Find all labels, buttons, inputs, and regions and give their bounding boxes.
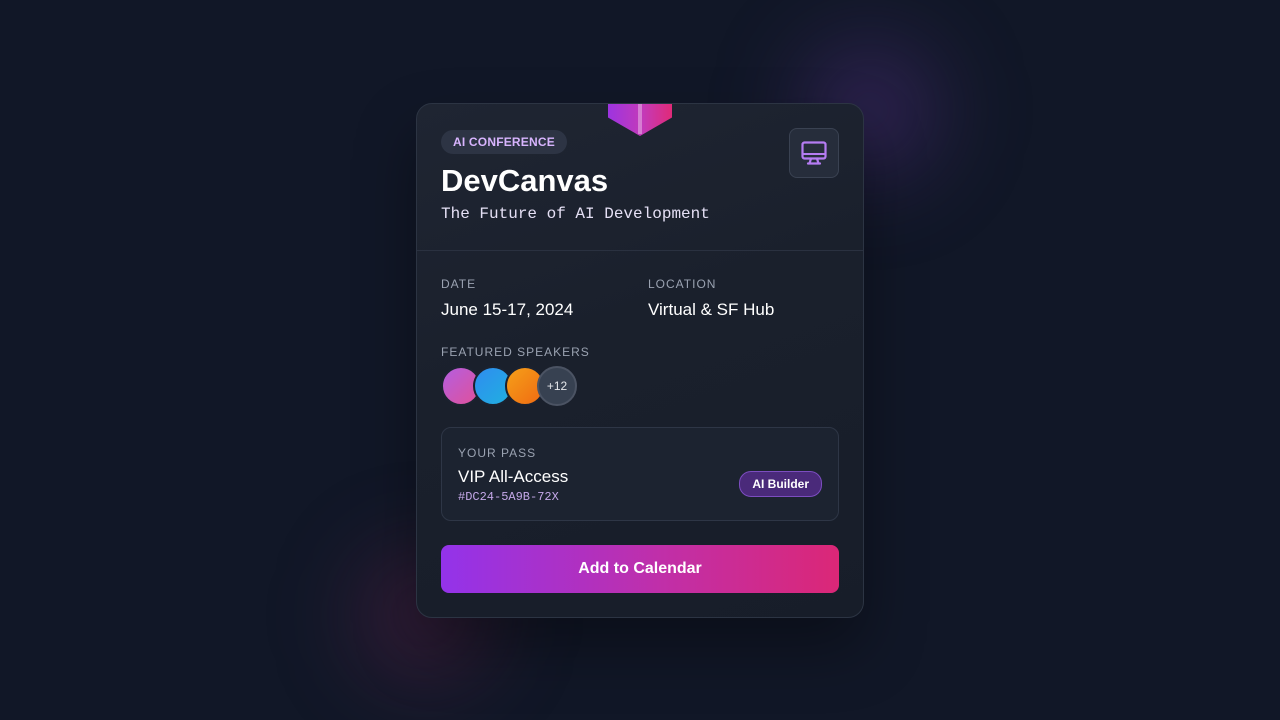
page-background: AI CONFERENCE DevCanvas The Future of AI…	[0, 0, 1280, 720]
more-speakers-count[interactable]: +12	[537, 366, 577, 406]
monitor-icon	[801, 141, 827, 165]
add-to-calendar-button[interactable]: Add to Calendar	[441, 545, 839, 593]
location-value: Virtual & SF Hub	[648, 300, 775, 319]
pass-name: VIP All-Access	[458, 467, 569, 486]
event-category-badge: AI CONFERENCE	[441, 130, 567, 154]
event-ticket-card: AI CONFERENCE DevCanvas The Future of AI…	[416, 103, 864, 618]
event-title: DevCanvas	[441, 163, 609, 198]
pass-tag-badge: AI Builder	[739, 471, 822, 497]
pass-code: #DC24-5A9B-72X	[458, 490, 559, 504]
event-subtitle: The Future of AI Development	[441, 205, 710, 223]
date-label: DATE	[441, 277, 477, 291]
date-value: June 15-17, 2024	[441, 300, 574, 319]
monitor-icon-box	[789, 128, 839, 178]
pass-label: YOUR PASS	[458, 446, 537, 460]
speaker-avatar-group: +12	[441, 366, 581, 406]
pass-panel: YOUR PASS VIP All-Access #DC24-5A9B-72X …	[441, 427, 839, 521]
card-header: AI CONFERENCE DevCanvas The Future of AI…	[417, 104, 863, 251]
date-section: DATE June 15-17, 2024	[441, 276, 573, 321]
location-section: LOCATION Virtual & SF Hub	[648, 276, 774, 321]
featured-speakers-section: FEATURED SPEAKERS +12	[441, 344, 590, 406]
speakers-label: FEATURED SPEAKERS	[441, 345, 590, 359]
location-label: LOCATION	[648, 277, 717, 291]
